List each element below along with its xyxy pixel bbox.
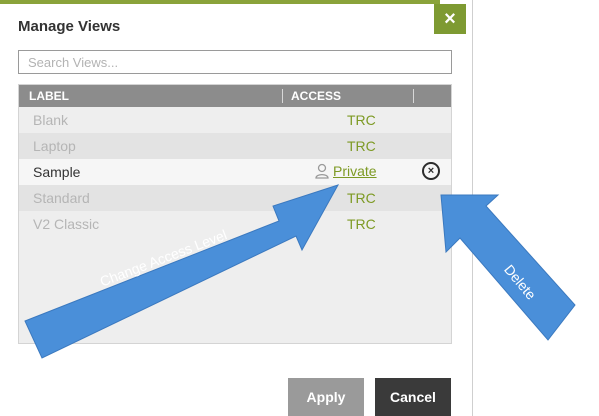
change-access-arrow [24,184,340,359]
annotation-overlay [24,184,576,359]
